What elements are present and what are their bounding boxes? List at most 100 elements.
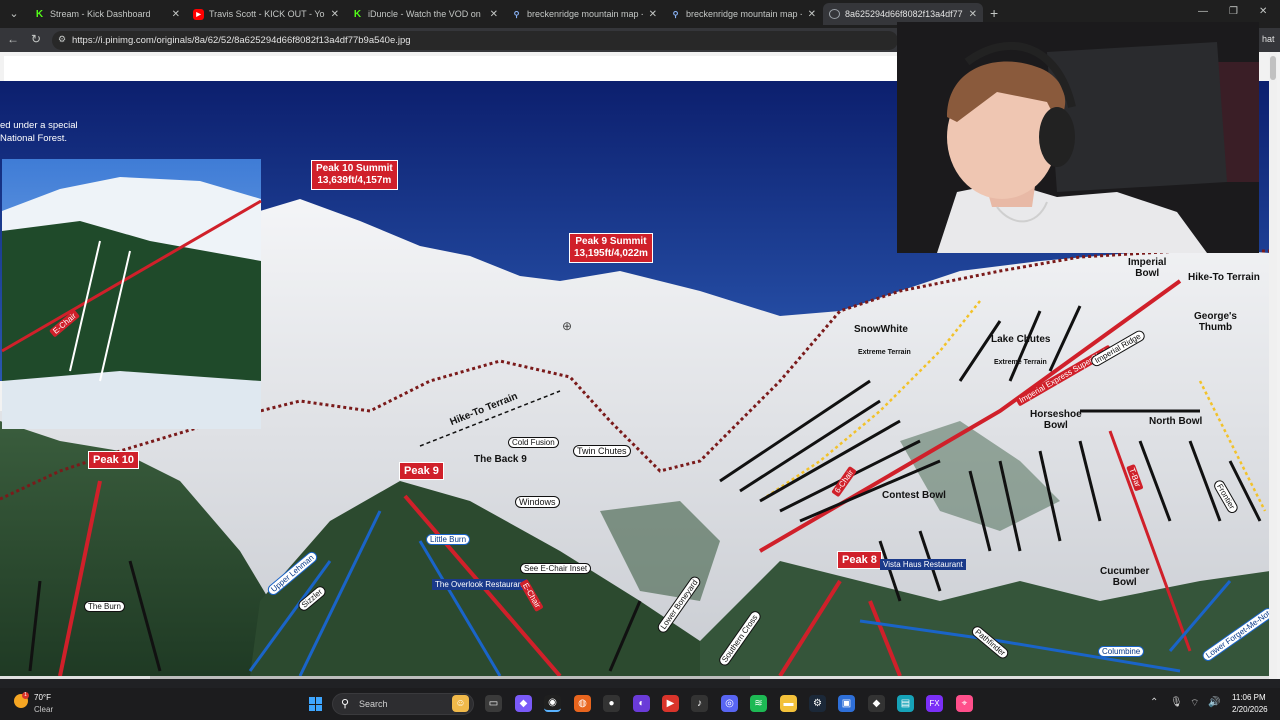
webcam-overlay: [897, 22, 1259, 253]
georges-thumb-line1: George's: [1194, 311, 1237, 322]
restore-icon[interactable]: ❐: [1229, 6, 1238, 17]
kick-icon: K: [34, 8, 45, 20]
reload-icon[interactable]: ↻: [31, 32, 41, 46]
tab-title: breckenridge mountain map - Sea: [686, 9, 802, 19]
georges-thumb-label: George's Thumb: [1194, 311, 1237, 333]
close-icon[interactable]: ✕: [331, 9, 339, 20]
horizontal-scroll-thumb[interactable]: [150, 676, 750, 679]
discord-icon[interactable]: ◎: [721, 695, 738, 712]
vertical-scrollbar[interactable]: [1269, 52, 1277, 679]
peak9-label: Peak 9: [399, 462, 444, 480]
steam-icon[interactable]: ⚙: [809, 695, 826, 712]
overlook-restaurant-label: The Overlook Restaurant: [432, 579, 528, 590]
tab-title: 8a625294d66f8082f13a4df77b9a5: [845, 9, 963, 19]
app-icon-2[interactable]: ▣: [838, 695, 855, 712]
peak9-summit-name: Peak 9 Summit: [575, 236, 647, 247]
copilot-icon[interactable]: ◆: [515, 695, 532, 712]
peak10-summit-label: Peak 10 Summit 13,639ft/4,157m: [311, 160, 398, 190]
map-note-line1: ed under a special: [0, 120, 78, 131]
volume-icon[interactable]: 🔊: [1208, 697, 1220, 708]
microphone-icon[interactable]: 🎙: [1170, 697, 1183, 708]
run-windows: Windows: [515, 496, 560, 508]
kick-icon: K: [352, 8, 363, 20]
app-icon-4[interactable]: ▤: [897, 695, 914, 712]
run-twin-chutes: Twin Chutes: [573, 445, 631, 457]
peak8-label: Peak 8: [837, 551, 882, 569]
new-tab-icon[interactable]: +: [990, 5, 998, 21]
obs-icon[interactable]: ◐: [633, 695, 650, 712]
tray-chevron-icon[interactable]: ⌃: [1150, 697, 1158, 708]
run-columbine: Columbine: [1098, 646, 1145, 657]
horseshoe-bowl-label: Horseshoe Bowl: [1030, 409, 1082, 431]
tab-youtube[interactable]: ▶ Travis Scott - KICK OUT - YouTube ✕: [187, 3, 345, 25]
tab-title: breckenridge mountain map - Sea: [527, 9, 643, 19]
youtube-icon: ▶: [193, 8, 204, 20]
tab-search-2[interactable]: ⚲ breckenridge mountain map - Sea ✕: [664, 3, 822, 25]
page-header-strip: [4, 56, 898, 81]
imperial-bowl-line2: Bowl: [1135, 268, 1160, 279]
spotify-icon[interactable]: ≋: [750, 695, 767, 712]
imperial-bowl-line1: Imperial: [1128, 257, 1167, 268]
app-icon-3[interactable]: ◆: [868, 695, 885, 712]
tab-search-1[interactable]: ⚲ breckenridge mountain map - Sea ✕: [505, 3, 663, 25]
close-icon[interactable]: ✕: [490, 9, 498, 20]
peak10-label: Peak 10: [88, 451, 139, 469]
maps-pin-icon[interactable]: ⌖: [956, 695, 973, 712]
horseshoe-bowl-line1: Horseshoe: [1030, 409, 1082, 420]
tab-title: Stream - Kick Dashboard: [50, 9, 151, 19]
fx-icon[interactable]: FX: [926, 695, 943, 712]
search-icon: ⚲: [341, 698, 350, 710]
app-icon[interactable]: ●: [603, 695, 620, 712]
zoom-cursor-icon[interactable]: ⊕: [562, 319, 572, 333]
contest-bowl-label: Contest Bowl: [882, 490, 946, 501]
tab-kick-dashboard[interactable]: K Stream - Kick Dashboard ✕: [28, 3, 186, 25]
streamer-webcam-image: [897, 22, 1259, 253]
tab-title: Travis Scott - KICK OUT - YouTube: [209, 9, 325, 19]
georges-thumb-line2: Thumb: [1198, 322, 1233, 333]
site-info-icon[interactable]: ⚙: [58, 34, 66, 45]
snowwhite-label: SnowWhite: [854, 324, 908, 335]
google-icon: ⚲: [513, 9, 520, 19]
imperial-bowl-label: Imperial Bowl: [1128, 257, 1166, 279]
minimize-icon[interactable]: —: [1198, 6, 1208, 17]
clock-date[interactable]: 2/20/2026: [1232, 705, 1268, 714]
firefox-icon[interactable]: ◍: [574, 695, 591, 712]
globe-icon: [829, 9, 840, 19]
close-icon[interactable]: ✕: [808, 9, 816, 20]
lake-chutes-label: Lake Chutes: [991, 334, 1051, 345]
task-view-icon[interactable]: ▭: [485, 695, 502, 712]
cucumber-bowl-line2: Bowl: [1112, 577, 1137, 588]
map-note-line2: National Forest.: [0, 133, 68, 144]
run-cold-fusion: Cold Fusion: [508, 437, 559, 448]
hike-to-terrain-label-2: Hike-To Terrain: [1188, 272, 1260, 283]
the-back-9-label: The Back 9: [474, 454, 527, 465]
back-icon[interactable]: ←: [7, 32, 19, 46]
youtube-app-icon[interactable]: ▶: [662, 695, 679, 712]
address-bar[interactable]: ⚙ https://i.pinimg.com/originals/8a/62/5…: [52, 31, 898, 50]
clock-time[interactable]: 11:06 PM: [1232, 693, 1266, 702]
vertical-scroll-thumb[interactable]: [1270, 56, 1276, 80]
inset-snow-bottom: [2, 371, 261, 429]
wifi-icon[interactable]: ⌔: [1190, 697, 1199, 710]
music-icon[interactable]: ♪: [691, 695, 708, 712]
folder-icon[interactable]: ▬: [780, 695, 797, 712]
widget-icon[interactable]: ☺: [452, 695, 469, 712]
peak10-summit-elevation: 13,639ft/4,157m: [317, 175, 392, 186]
tab-kick-vod[interactable]: K iDuncle - Watch the VOD on Kick ✕: [346, 3, 504, 25]
windows-start-icon[interactable]: [309, 697, 323, 711]
url-text[interactable]: https://i.pinimg.com/originals/8a/62/52/…: [72, 35, 411, 46]
window-close-icon[interactable]: ✕: [1259, 6, 1267, 17]
tab-search-icon[interactable]: ⌄: [6, 6, 22, 22]
horseshoe-bowl-line2: Bowl: [1043, 420, 1068, 431]
run-little-burn: Little Burn: [426, 534, 471, 545]
north-bowl-label: North Bowl: [1149, 416, 1203, 427]
chrome-icon[interactable]: ◉: [544, 695, 561, 712]
close-icon[interactable]: ✕: [172, 9, 180, 20]
weather-temperature[interactable]: 70°F: [34, 693, 51, 702]
weather-condition[interactable]: Clear: [34, 705, 53, 714]
see-e-chair-inset-label: See E-Chair Inset: [520, 563, 592, 574]
tab-title: iDuncle - Watch the VOD on Kick: [368, 9, 484, 19]
close-icon[interactable]: ✕: [649, 9, 657, 20]
close-icon[interactable]: ✕: [969, 9, 977, 20]
map-note: ed under a special National Forest.: [0, 119, 78, 145]
